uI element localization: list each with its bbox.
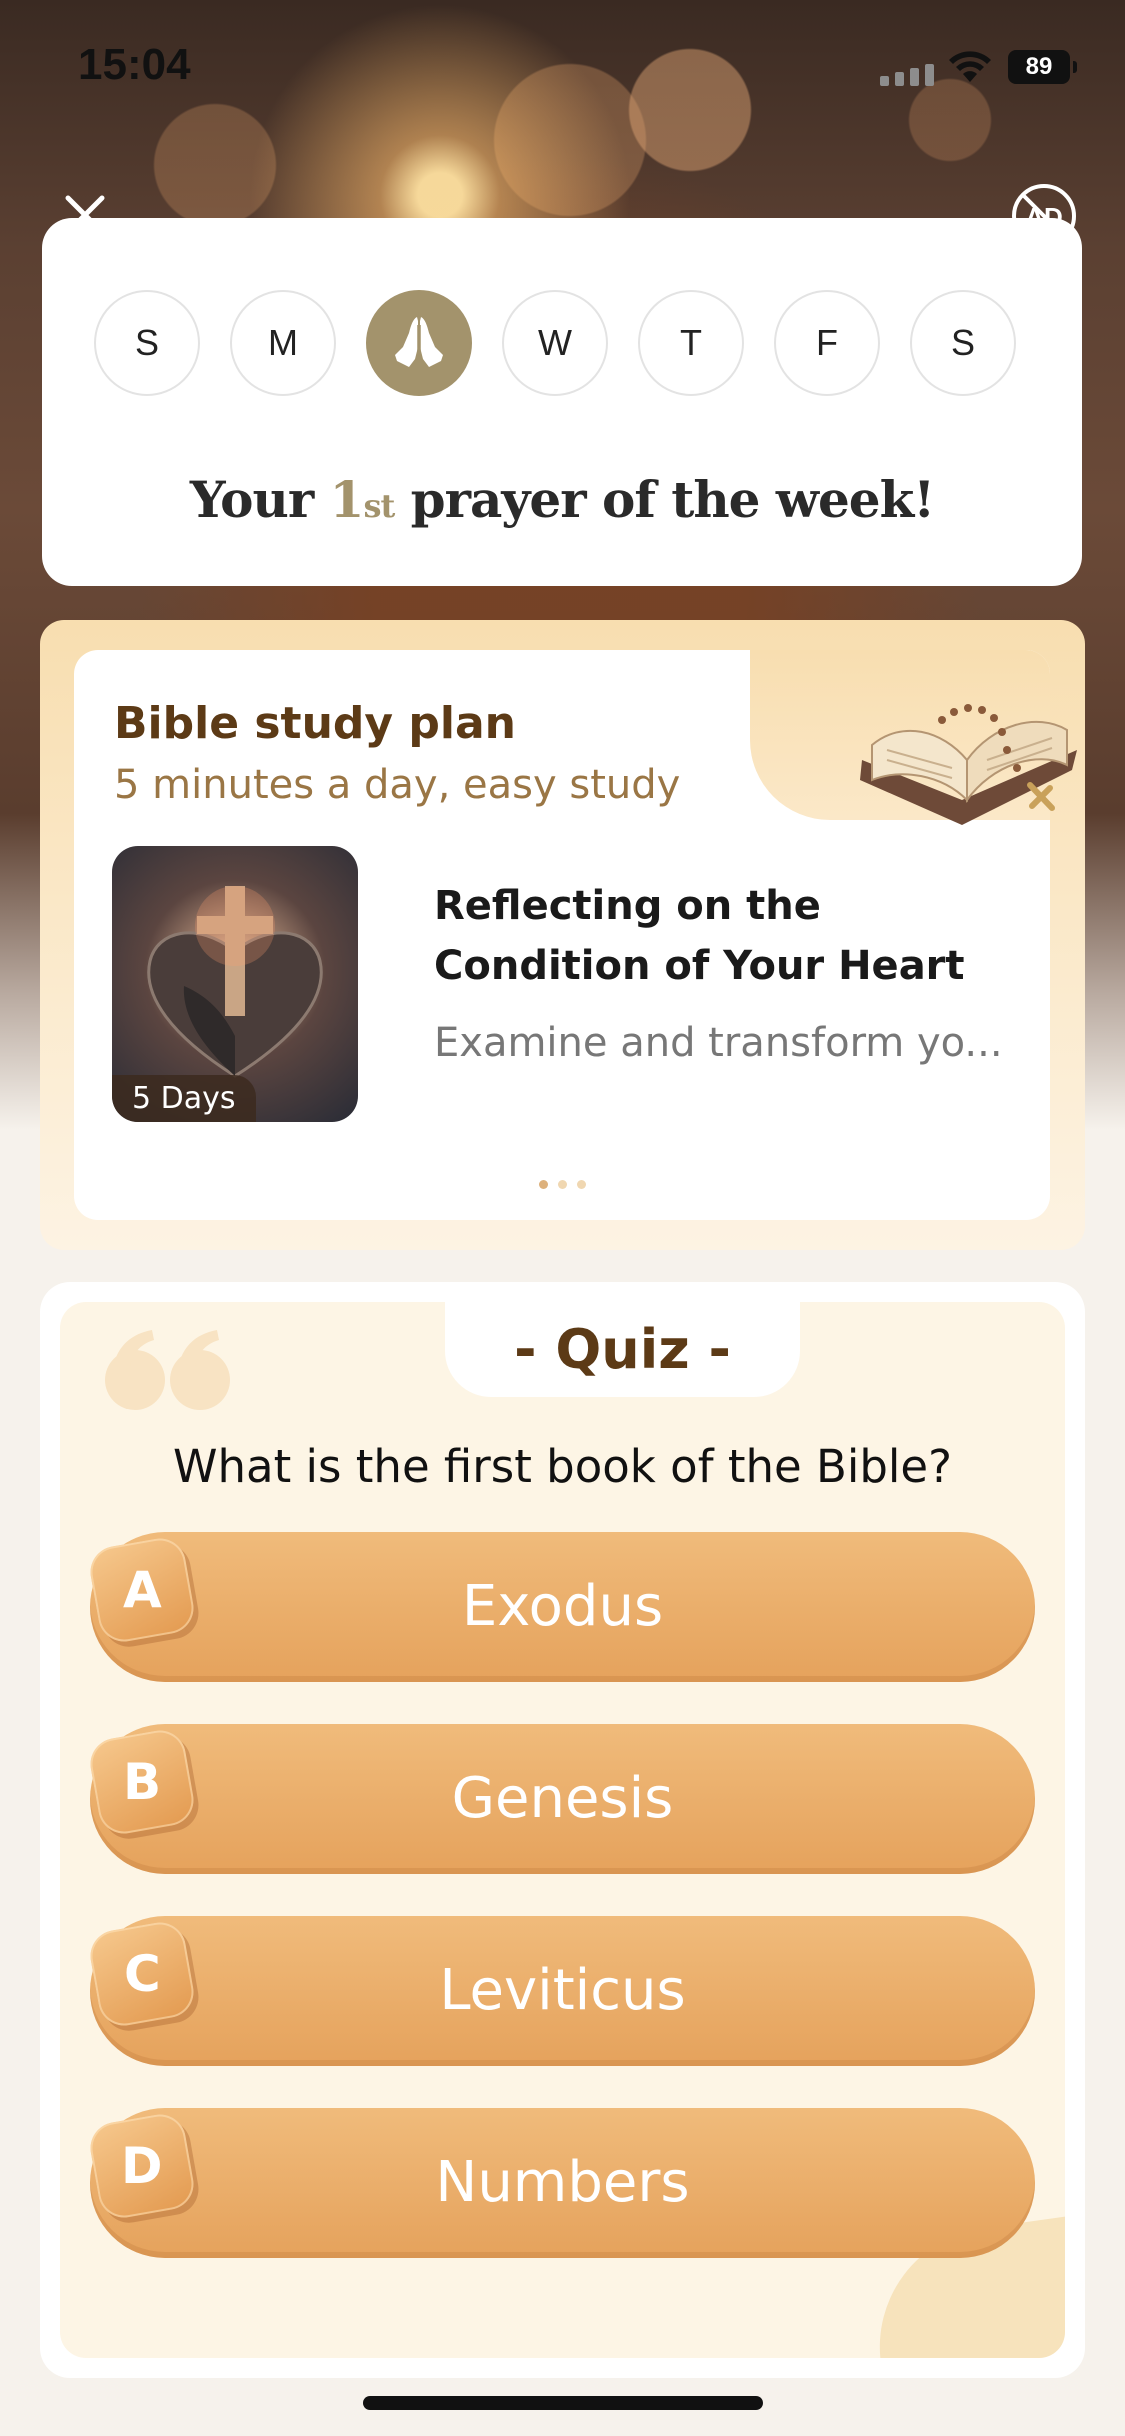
cellular-signal-icon xyxy=(880,64,934,86)
page-dot xyxy=(538,1180,548,1189)
weekday-row: S M W T F S xyxy=(94,290,1016,396)
option-label: Leviticus xyxy=(439,1958,686,2023)
message-suffix: prayer of the week! xyxy=(410,470,936,529)
status-bar: 15:04 89 xyxy=(0,0,1125,140)
answer-option-a[interactable]: A Exodus xyxy=(86,1532,1035,1682)
home-indicator[interactable] xyxy=(363,2396,763,2410)
day-friday[interactable]: F xyxy=(774,290,880,396)
duration-badge: 5 Days xyxy=(112,1075,256,1122)
quiz-title: - Quiz - xyxy=(445,1302,800,1397)
message-prefix: Your xyxy=(189,470,314,529)
weekly-prayer-message: Your 1st prayer of the week! xyxy=(42,470,1082,529)
answer-option-c[interactable]: C Leviticus xyxy=(86,1916,1035,2066)
option-label: Numbers xyxy=(435,2150,690,2215)
day-tuesday-prayed[interactable] xyxy=(366,290,472,396)
day-wednesday[interactable]: W xyxy=(502,290,608,396)
bible-study-card[interactable]: Bible study plan 5 minutes a day, easy s… xyxy=(74,650,1077,1220)
option-label: Exodus xyxy=(461,1574,664,1639)
heart-cross-thumbnail[interactable]: 5 Days xyxy=(112,846,358,1122)
day-sunday[interactable]: S xyxy=(94,290,200,396)
study-plan-title: Bible study plan xyxy=(114,698,516,749)
day-saturday[interactable]: S xyxy=(910,290,1016,396)
study-plan-subtitle: 5 minutes a day, easy study xyxy=(114,762,681,808)
day-thursday[interactable]: T xyxy=(638,290,744,396)
quiz-options: A Exodus B Genesis C Leviticus D Numbers xyxy=(86,1532,1035,2300)
wifi-icon xyxy=(949,51,991,82)
quote-mark-icon xyxy=(105,1330,230,1410)
answer-option-d[interactable]: D Numbers xyxy=(86,2108,1035,2258)
day-monday[interactable]: M xyxy=(230,290,336,396)
open-bible-rosary-illustration xyxy=(860,704,1077,825)
battery-icon: 89 xyxy=(1008,50,1077,84)
page-dot xyxy=(557,1180,567,1189)
study-item-description: Examine and transform yo... xyxy=(434,1020,1003,1066)
bible-study-section: Bible study plan 5 minutes a day, easy s… xyxy=(40,620,1085,1250)
study-item-title[interactable]: Reflecting on the Condition of Your Hear… xyxy=(434,876,994,996)
status-time: 15:04 xyxy=(78,40,191,89)
quiz-card: - Quiz - What is the first book of the B… xyxy=(40,1282,1085,2378)
carousel-page-dots xyxy=(74,1180,1050,1189)
weekly-prayer-card: S M W T F S Your 1st prayer of the week! xyxy=(42,218,1082,586)
message-ordinal: 1st xyxy=(329,470,396,529)
page-dot xyxy=(576,1180,586,1189)
option-label: Genesis xyxy=(451,1766,674,1831)
praying-hands-icon xyxy=(395,317,443,367)
quiz-question: What is the first book of the Bible? xyxy=(172,1440,953,1493)
answer-option-b[interactable]: B Genesis xyxy=(86,1724,1035,1874)
quiz-panel: - Quiz - What is the first book of the B… xyxy=(60,1302,1065,2358)
